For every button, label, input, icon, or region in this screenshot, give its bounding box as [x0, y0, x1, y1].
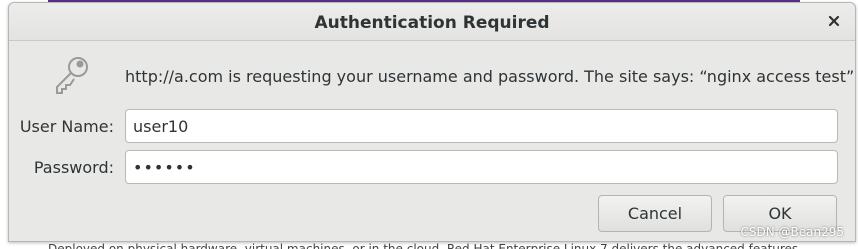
auth-message: http://a.com is requesting your username…: [125, 67, 855, 86]
dialog-title: Authentication Required: [314, 13, 550, 33]
username-label: User Name:: [19, 117, 114, 136]
password-label: Password:: [33, 158, 114, 177]
username-field[interactable]: [125, 109, 838, 143]
dialog-titlebar: Authentication Required: [9, 3, 855, 41]
password-field[interactable]: [125, 150, 838, 184]
authentication-dialog: Authentication Required http://a.com is …: [8, 2, 856, 242]
cancel-button[interactable]: Cancel: [598, 195, 712, 232]
close-icon[interactable]: [827, 14, 841, 28]
watermark: CSDN @Bean295: [740, 225, 844, 239]
key-icon: [56, 57, 88, 94]
